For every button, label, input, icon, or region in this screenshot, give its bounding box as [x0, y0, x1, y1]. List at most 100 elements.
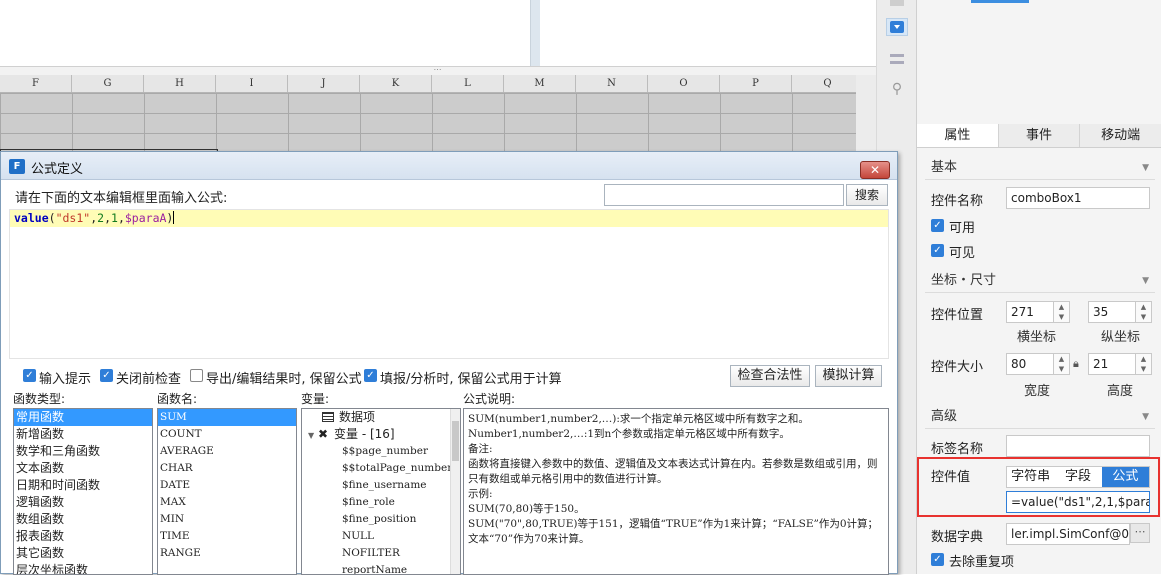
grid-scroll-strip[interactable]	[856, 75, 876, 151]
column-header[interactable]: G	[72, 75, 144, 92]
fn-name-list[interactable]: SUM COUNT AVERAGE CHAR DATE MAX MIN TIME RANGE	[157, 408, 297, 575]
fn-type-item[interactable]: 日期和时间函数	[14, 477, 152, 494]
pos-x-input[interactable]: 271	[1006, 301, 1054, 323]
column-header[interactable]: M	[504, 75, 576, 92]
variable-group[interactable]: 数据项	[302, 409, 460, 426]
check-validity-button[interactable]: 检查合法性	[730, 365, 810, 387]
variable-item[interactable]: $fine_username	[302, 477, 460, 494]
editor-prompt: 请在下面的文本编辑框里面输入公式:	[15, 191, 228, 206]
link-icon[interactable]: ⚲	[886, 80, 908, 98]
design-canvas[interactable]	[0, 0, 876, 66]
lock-icon[interactable]: 🔒︎	[1073, 357, 1079, 371]
tab-properties[interactable]: 属性	[917, 124, 999, 147]
fn-name-item[interactable]: TIME	[158, 528, 296, 545]
dialog-titlebar[interactable]: F 公式定义 ✕	[1, 152, 897, 180]
variable-item[interactable]: NULL	[302, 528, 460, 545]
column-header[interactable]: Q	[792, 75, 864, 92]
list-widget-icon[interactable]	[886, 50, 908, 68]
fn-name-item[interactable]: MAX	[158, 494, 296, 511]
tab-mobile[interactable]: 移动端	[1080, 124, 1161, 147]
name-input[interactable]: comboBox1	[1006, 187, 1150, 209]
dict-edit-button[interactable]: ⋯	[1130, 523, 1150, 543]
formula-value-input[interactable]: =value("ds1",2,1,$paraA)	[1006, 491, 1150, 513]
fn-type-item[interactable]: 数学和三角函数	[14, 443, 152, 460]
opt-close-check-checkbox[interactable]: ✓	[100, 369, 113, 382]
column-header[interactable]: L	[432, 75, 504, 92]
tag-input[interactable]	[1006, 435, 1150, 457]
column-header[interactable]: H	[144, 75, 216, 92]
column-header[interactable]: K	[360, 75, 432, 92]
simulate-button[interactable]: 模拟计算	[815, 365, 882, 387]
fn-type-item[interactable]: 其它函数	[14, 545, 152, 562]
variable-group[interactable]: ▼ ✖ 变量 - [16]	[302, 426, 460, 443]
pos-y-input[interactable]: 35	[1088, 301, 1136, 323]
section-coord[interactable]: 坐标・尺寸 ▼	[925, 269, 1155, 293]
column-header[interactable]: I	[216, 75, 288, 92]
variable-item[interactable]: NOFILTER	[302, 545, 460, 562]
column-header[interactable]: O	[648, 75, 720, 92]
width-stepper[interactable]: ▲ ▼	[1054, 353, 1070, 375]
fn-type-item[interactable]: 文本函数	[14, 460, 152, 477]
fn-name-item[interactable]: COUNT	[158, 426, 296, 443]
variable-item[interactable]: $fine_role	[302, 494, 460, 511]
column-header[interactable]: P	[720, 75, 792, 92]
grid-cells[interactable]	[0, 93, 876, 151]
formula-editor[interactable]: value("ds1",2,1,$paraA)	[9, 209, 889, 359]
close-button[interactable]: ✕	[860, 161, 890, 179]
expand-arrow-icon[interactable]: ▼	[308, 427, 318, 444]
fn-type-item[interactable]: 数组函数	[14, 511, 152, 528]
variable-item[interactable]: $fine_position	[302, 511, 460, 528]
fn-name-item[interactable]: SUM	[158, 409, 296, 426]
fn-name-item[interactable]: RANGE	[158, 545, 296, 562]
width-input[interactable]: 80	[1006, 353, 1054, 375]
resize-grip[interactable]: ⋯	[0, 66, 876, 75]
fn-name-item[interactable]: MIN	[158, 511, 296, 528]
fn-type-item[interactable]: 新增函数	[14, 426, 152, 443]
fn-type-list[interactable]: 常用函数 新增函数 数学和三角函数 文本函数 日期和时间函数 逻辑函数 数组函数 报表函数 其它…	[13, 408, 153, 575]
column-header[interactable]: N	[576, 75, 648, 92]
pos-x-stepper[interactable]: ▲ ▼	[1054, 301, 1070, 323]
spreadsheet-grid[interactable]: FGHIJKLMNOPQ	[0, 75, 876, 151]
column-header[interactable]: J	[288, 75, 360, 92]
width-label: 宽度	[1024, 384, 1051, 399]
tab-events[interactable]: 事件	[998, 124, 1081, 147]
section-advanced[interactable]: 高级 ▼	[925, 405, 1155, 429]
canvas-splitter[interactable]	[530, 0, 540, 66]
opt-input-hint-checkbox[interactable]: ✓	[23, 369, 36, 382]
search-button[interactable]: 搜索	[846, 184, 888, 206]
value-type-string[interactable]: 字符串	[1007, 467, 1054, 487]
dict-input[interactable]: ler.impl.SimConf@0]]	[1006, 523, 1130, 545]
search-input[interactable]	[604, 184, 844, 206]
variable-item[interactable]: $$totalPage_number	[302, 460, 460, 477]
code-sep: ,	[117, 211, 125, 225]
height-input[interactable]: 21	[1088, 353, 1136, 375]
opt-keep-fill-checkbox[interactable]: ✓	[364, 369, 377, 382]
fn-type-item[interactable]: 报表函数	[14, 528, 152, 545]
variable-scrollbar[interactable]	[450, 409, 460, 574]
variable-tree[interactable]: 数据项 ▼ ✖ 变量 - [16] $$page_number $$totalPage_n…	[301, 408, 461, 575]
variable-item[interactable]: $$page_number	[302, 443, 460, 460]
widget-icon[interactable]	[886, 0, 908, 12]
height-label: 高度	[1107, 384, 1134, 399]
value-type-field[interactable]: 字段	[1054, 467, 1101, 487]
value-type-formula[interactable]: 公式	[1101, 467, 1149, 487]
position-label: 控件位置	[931, 308, 984, 323]
fn-type-item[interactable]: 常用函数	[14, 409, 152, 426]
dedupe-checkbox[interactable]: ✓	[931, 553, 944, 566]
fn-name-item[interactable]: CHAR	[158, 460, 296, 477]
combobox-widget-icon[interactable]	[886, 18, 908, 36]
pos-y-stepper[interactable]: ▲ ▼	[1136, 301, 1152, 323]
fn-type-item[interactable]: 逻辑函数	[14, 494, 152, 511]
variable-item[interactable]: reportName	[302, 562, 460, 574]
fn-name-item[interactable]: DATE	[158, 477, 296, 494]
fn-name-item[interactable]: AVERAGE	[158, 443, 296, 460]
dataset-icon	[322, 412, 334, 422]
fn-type-item[interactable]: 层次坐标函数	[14, 562, 152, 574]
height-stepper[interactable]: ▲ ▼	[1136, 353, 1152, 375]
opt-keep-export-checkbox[interactable]	[190, 369, 203, 382]
column-header[interactable]: F	[0, 75, 72, 92]
app-logo-icon: F	[9, 159, 25, 174]
section-basic[interactable]: 基本 ▼	[925, 156, 1155, 180]
visible-checkbox[interactable]: ✓	[931, 244, 944, 257]
enabled-checkbox[interactable]: ✓	[931, 219, 944, 232]
